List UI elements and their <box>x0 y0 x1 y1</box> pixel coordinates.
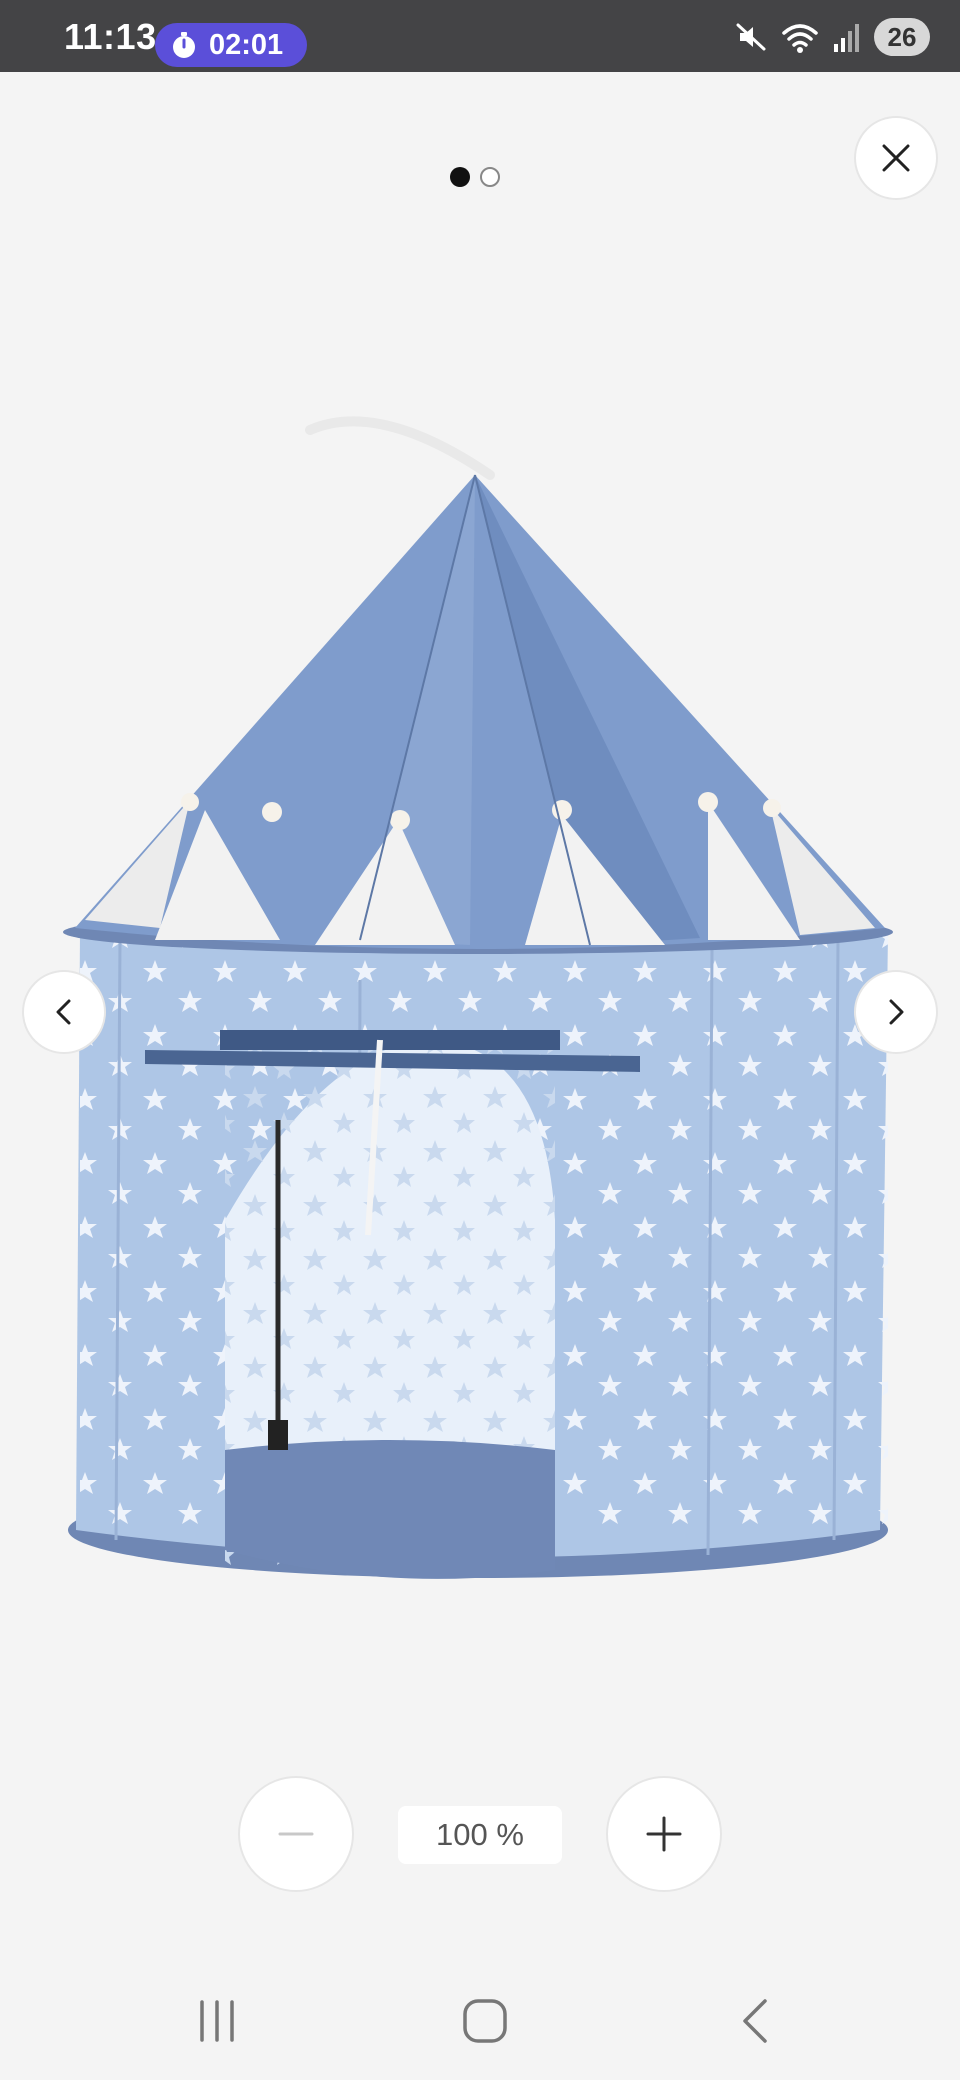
system-icons: 26 <box>734 18 930 56</box>
product-image[interactable] <box>0 380 960 1640</box>
close-icon <box>882 144 910 172</box>
stopwatch-icon <box>173 32 195 58</box>
pager-dot-inactive[interactable] <box>480 167 500 187</box>
recent-apps-icon <box>200 2000 234 2042</box>
status-bar: 11:13 02:01 26 <box>0 0 960 72</box>
home-icon <box>463 1999 507 2043</box>
minus-icon <box>278 1832 314 1836</box>
timer-text: 02:01 <box>209 28 284 61</box>
zoom-out-button[interactable] <box>238 1776 354 1892</box>
wifi-icon <box>782 24 818 53</box>
back-icon <box>743 1999 767 2043</box>
recent-apps-button[interactable] <box>182 1986 252 2056</box>
timer-pill[interactable]: 02:01 <box>155 23 307 67</box>
zoom-in-button[interactable] <box>606 1776 722 1892</box>
image-pager-dots <box>450 167 500 187</box>
status-clock: 11:13 <box>64 16 157 57</box>
chevron-left-icon <box>56 999 71 1025</box>
chevron-right-icon <box>889 999 904 1025</box>
mute-icon <box>736 23 766 51</box>
zoom-level-display: 100 % <box>398 1806 562 1864</box>
system-nav-bar <box>0 1960 960 2080</box>
previous-image-button[interactable] <box>22 970 106 1054</box>
home-button[interactable] <box>450 1986 520 2056</box>
next-image-button[interactable] <box>854 970 938 1054</box>
pager-dot-active[interactable] <box>450 167 470 187</box>
battery-badge: 26 <box>874 18 930 56</box>
signal-icon <box>834 24 859 52</box>
plus-icon <box>646 1816 682 1852</box>
back-button[interactable] <box>720 1986 790 2056</box>
close-button[interactable] <box>854 116 938 200</box>
